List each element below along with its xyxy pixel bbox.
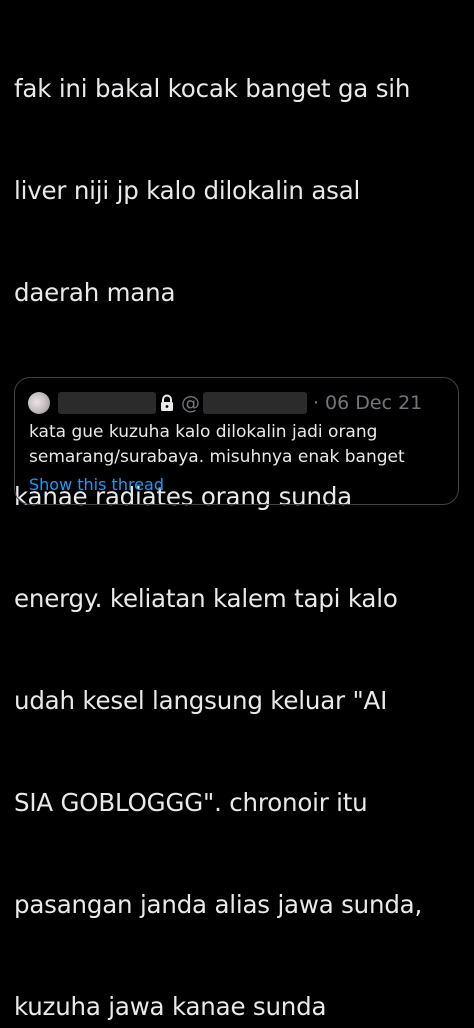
- quoted-tweet-line: kata gue kuzuha kalo dilokalin jadi oran…: [29, 422, 378, 442]
- lock-icon: [161, 394, 173, 411]
- quoted-tweet-text: kata gue kuzuha kalo dilokalin jadi oran…: [29, 420, 449, 470]
- tweet-text: fak ini bakal kocak banget ga sih liver …: [14, 4, 470, 1028]
- redacted-handle: [203, 392, 307, 414]
- tweet-line: udah kesel langsung keluar "AI: [14, 686, 388, 715]
- quoted-tweet-date[interactable]: 06 Dec 21: [325, 392, 422, 414]
- tweet-line: SIA GOBLOGGG". chronoir itu: [14, 788, 368, 817]
- quoted-tweet-header: @ · 06 Dec 21: [28, 390, 446, 416]
- tweet-line: pasangan janda alias jawa sunda,: [14, 890, 423, 919]
- tweet-line: energy. keliatan kalem tapi kalo: [14, 584, 398, 613]
- tweet-line: kuzuha jawa kanae sunda: [14, 992, 327, 1021]
- quoted-tweet-card[interactable]: @ · 06 Dec 21 kata gue kuzuha kalo dilok…: [14, 377, 459, 505]
- tweet-line: daerah mana: [14, 278, 176, 307]
- tweet-line: liver niji jp kalo dilokalin asal: [14, 176, 361, 205]
- show-thread-link[interactable]: Show this thread: [29, 474, 164, 496]
- redacted-display-name: [58, 392, 156, 414]
- tweet-line: fak ini bakal kocak banget ga sih: [14, 74, 411, 103]
- separator-dot: ·: [313, 392, 320, 414]
- quoted-tweet-line: semarang/surabaya. misuhnya enak banget: [29, 447, 405, 467]
- handle-at-symbol: @: [181, 392, 200, 414]
- avatar[interactable]: [28, 392, 50, 414]
